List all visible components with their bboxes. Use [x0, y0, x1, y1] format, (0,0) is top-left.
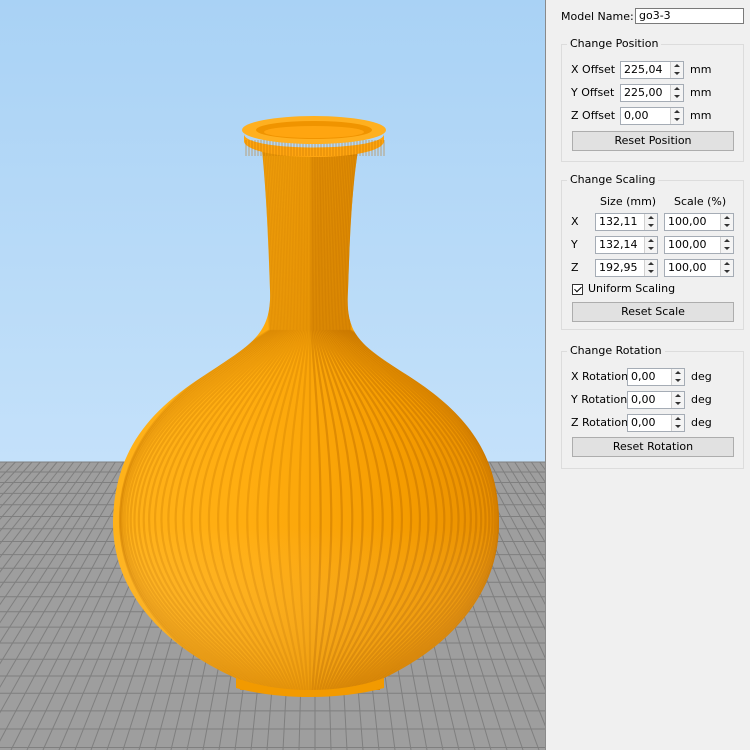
spin-down-icon[interactable]: [672, 400, 684, 408]
spin-up-icon[interactable]: [671, 62, 683, 70]
rotation-group: Change Rotation X Rotation 0,00 deg Y Ro…: [561, 344, 744, 469]
spin-down-icon[interactable]: [671, 93, 683, 101]
size-z-spinbox[interactable]: 192,95: [595, 259, 658, 277]
position-group-title: Change Position: [567, 37, 662, 50]
spin-down-icon[interactable]: [721, 245, 733, 253]
scale-column-header: Scale (%): [674, 195, 727, 208]
scale-y-spinbox[interactable]: 100,00: [664, 236, 734, 254]
spin-down-icon[interactable]: [671, 70, 683, 78]
scale-z-axis-label: Z: [571, 261, 579, 274]
3d-viewport[interactable]: [0, 0, 545, 750]
y-rotation-label: Y Rotation: [571, 393, 628, 406]
spin-down-icon[interactable]: [721, 222, 733, 230]
scale-x-axis-label: X: [571, 215, 579, 228]
scale-z-spinbox[interactable]: 100,00: [664, 259, 734, 277]
model-name-field[interactable]: go3-3: [635, 8, 744, 24]
position-group: Change Position X Offset 225,04 mm Y Off…: [561, 37, 744, 162]
spin-down-icon[interactable]: [672, 423, 684, 431]
z-rotation-unit: deg: [691, 416, 712, 429]
x-offset-unit: mm: [690, 63, 712, 76]
reset-position-button[interactable]: Reset Position: [572, 131, 734, 151]
uniform-scaling-label: Uniform Scaling: [588, 282, 676, 295]
reset-scale-button[interactable]: Reset Scale: [572, 302, 734, 322]
size-y-spinbox[interactable]: 132,14: [595, 236, 658, 254]
spin-down-icon[interactable]: [645, 245, 657, 253]
scaling-group: Change Scaling Size (mm) Scale (%) X 132…: [561, 173, 744, 330]
spin-down-icon[interactable]: [671, 116, 683, 124]
spin-up-icon[interactable]: [721, 214, 733, 222]
z-rotation-label: Z Rotation: [571, 416, 629, 429]
spin-up-icon[interactable]: [671, 85, 683, 93]
x-offset-label: X Offset: [571, 63, 616, 76]
spin-down-icon[interactable]: [645, 268, 657, 276]
z-offset-label: Z Offset: [571, 109, 616, 122]
model-name-label: Model Name:: [561, 10, 634, 23]
spin-up-icon[interactable]: [645, 260, 657, 268]
spin-up-icon[interactable]: [672, 369, 684, 377]
spin-up-icon[interactable]: [645, 237, 657, 245]
x-rotation-unit: deg: [691, 370, 712, 383]
size-column-header: Size (mm): [600, 195, 657, 208]
uniform-scaling-checkbox[interactable]: [572, 284, 583, 295]
rotation-group-title: Change Rotation: [567, 344, 665, 357]
spin-up-icon[interactable]: [672, 415, 684, 423]
x-rotation-spinbox[interactable]: 0,00: [627, 368, 685, 386]
spin-up-icon[interactable]: [721, 260, 733, 268]
spin-up-icon[interactable]: [645, 214, 657, 222]
spin-down-icon[interactable]: [672, 377, 684, 385]
x-rotation-label: X Rotation: [571, 370, 629, 383]
spin-up-icon[interactable]: [671, 108, 683, 116]
object-settings-panel: Model Name: go3-3 Change Position X Offs…: [546, 0, 750, 750]
spin-down-icon[interactable]: [721, 268, 733, 276]
y-offset-label: Y Offset: [571, 86, 615, 99]
scale-y-axis-label: Y: [571, 238, 578, 251]
size-x-spinbox[interactable]: 132,11: [595, 213, 658, 231]
y-rotation-spinbox[interactable]: 0,00: [627, 391, 685, 409]
scale-x-spinbox[interactable]: 100,00: [664, 213, 734, 231]
spin-down-icon[interactable]: [645, 222, 657, 230]
reset-rotation-button[interactable]: Reset Rotation: [572, 437, 734, 457]
y-offset-spinbox[interactable]: 225,00: [620, 84, 684, 102]
y-rotation-unit: deg: [691, 393, 712, 406]
x-offset-spinbox[interactable]: 225,04: [620, 61, 684, 79]
scaling-group-title: Change Scaling: [567, 173, 659, 186]
y-offset-unit: mm: [690, 86, 712, 99]
z-rotation-spinbox[interactable]: 0,00: [627, 414, 685, 432]
z-offset-unit: mm: [690, 109, 712, 122]
z-offset-spinbox[interactable]: 0,00: [620, 107, 684, 125]
viewport-canvas[interactable]: [0, 0, 545, 750]
spin-up-icon[interactable]: [672, 392, 684, 400]
spin-up-icon[interactable]: [721, 237, 733, 245]
